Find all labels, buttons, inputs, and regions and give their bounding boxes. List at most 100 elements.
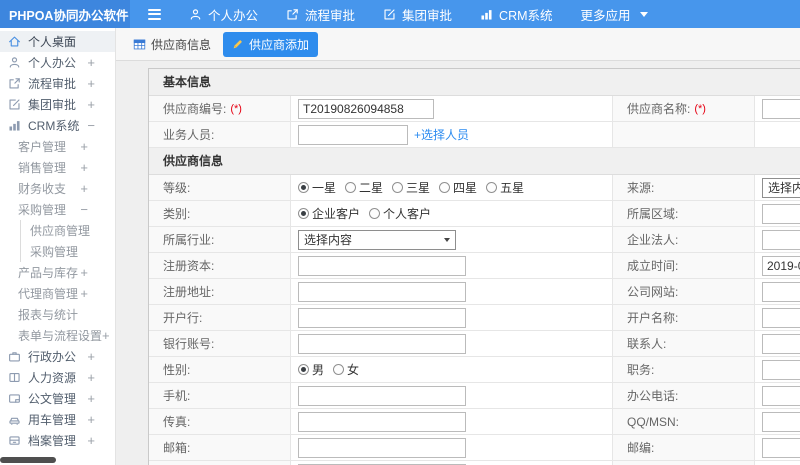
- radio-icon[interactable]: [392, 182, 404, 193]
- mobile-input[interactable]: [298, 385, 466, 406]
- registered-capital-input[interactable]: [298, 255, 466, 276]
- radio-icon[interactable]: [298, 182, 309, 193]
- sidebar-item-18[interactable]: 用车管理 +: [0, 409, 115, 430]
- source-select[interactable]: 选择内容: [762, 177, 800, 198]
- category-radio-option-0[interactable]: 企业客户: [298, 205, 360, 222]
- sidebar-item-9[interactable]: 供应商管理: [20, 220, 115, 241]
- registered-address-input[interactable]: [298, 281, 466, 302]
- bank-input[interactable]: [298, 307, 466, 328]
- sidebar-item-12[interactable]: 代理商管理 +: [0, 283, 115, 304]
- expand-toggle-icon[interactable]: +: [87, 413, 95, 426]
- sidebar-item-5[interactable]: 客户管理 +: [0, 136, 115, 157]
- sidebar-item-0[interactable]: 个人桌面: [0, 31, 115, 52]
- sidebar-item-3[interactable]: 集团审批 +: [0, 94, 115, 115]
- level-radio-option-1[interactable]: 二星: [345, 179, 383, 196]
- radio-icon[interactable]: [298, 364, 309, 375]
- contact-person-input[interactable]: [762, 333, 800, 354]
- choose-person-link[interactable]: +选择人员: [414, 126, 469, 143]
- form-row: 银行账号: 联系人:: [149, 331, 800, 357]
- supplier-code-input[interactable]: [298, 98, 434, 119]
- sidebar-item-4[interactable]: CRM系统 −: [0, 115, 115, 136]
- radio-icon[interactable]: [298, 208, 309, 219]
- car-icon: [8, 413, 21, 426]
- sidebar-item-10[interactable]: 采购管理: [20, 241, 115, 262]
- sidebar-item-15[interactable]: 行政办公 +: [0, 346, 115, 367]
- account-name-input[interactable]: [762, 307, 800, 328]
- expand-toggle-icon[interactable]: +: [80, 140, 88, 153]
- user-icon: [189, 8, 202, 21]
- label-cell: 来源:: [613, 175, 755, 200]
- sidebar-item-16[interactable]: 人力资源 +: [0, 367, 115, 388]
- expand-toggle-icon[interactable]: −: [87, 119, 95, 132]
- expand-toggle-icon[interactable]: +: [87, 371, 95, 384]
- sidebar-item-17[interactable]: 公文管理 +: [0, 388, 115, 409]
- tab-supplier-info[interactable]: 供应商信息: [133, 36, 211, 53]
- sidebar-item-11[interactable]: 产品与库存 +: [0, 262, 115, 283]
- expand-toggle-icon[interactable]: +: [87, 77, 95, 90]
- field-label: 来源:: [627, 181, 655, 195]
- sidebar-item-8[interactable]: 采购管理 −: [0, 199, 115, 220]
- nav-crm-system[interactable]: CRM系统: [480, 5, 553, 24]
- expand-toggle-icon[interactable]: +: [80, 266, 88, 279]
- sidebar-item-13[interactable]: 报表与统计: [0, 304, 115, 325]
- field-label: 传真:: [163, 415, 191, 429]
- region-input[interactable]: [762, 203, 800, 224]
- sidebar-item-6[interactable]: 销售管理 +: [0, 157, 115, 178]
- nav-more-apps[interactable]: 更多应用: [581, 5, 648, 24]
- expand-toggle-icon[interactable]: +: [87, 350, 95, 363]
- category-radio-option-1[interactable]: 个人客户: [369, 205, 431, 222]
- hamburger-icon[interactable]: [144, 5, 165, 24]
- bank-account-input[interactable]: [298, 333, 466, 354]
- email-input[interactable]: [298, 437, 466, 458]
- expand-toggle-icon[interactable]: +: [80, 182, 88, 195]
- zip-code-input[interactable]: [762, 437, 800, 458]
- expand-toggle-icon[interactable]: +: [87, 392, 95, 405]
- expand-toggle-icon[interactable]: +: [102, 329, 110, 342]
- radio-icon[interactable]: [369, 208, 381, 219]
- field-label: 注册地址:: [163, 285, 215, 299]
- position-input[interactable]: [762, 359, 800, 380]
- hr-icon: [8, 371, 21, 384]
- business-staff-input[interactable]: [298, 124, 408, 145]
- gender-radio-option-0[interactable]: 男: [298, 361, 324, 378]
- fax-input[interactable]: [298, 411, 466, 432]
- sidebar-item-1[interactable]: 个人办公 +: [0, 52, 115, 73]
- nav-group-approval[interactable]: 集团审批: [383, 5, 452, 24]
- nav-process-approval[interactable]: 流程审批: [286, 5, 355, 24]
- field-cell: [291, 383, 613, 408]
- radio-icon[interactable]: [345, 182, 357, 193]
- qq-msn-input[interactable]: [762, 411, 800, 432]
- form-row: 手机: 办公电话:: [149, 383, 800, 409]
- sidebar-item-2[interactable]: 流程审批 +: [0, 73, 115, 94]
- field-cell: [755, 461, 800, 465]
- expand-toggle-icon[interactable]: +: [87, 98, 95, 111]
- sidebar-item-19[interactable]: 档案管理 +: [0, 430, 115, 451]
- sidebar-item-14[interactable]: 表单与流程设置 +: [0, 325, 115, 346]
- label-cell: 类别:: [149, 201, 291, 226]
- sidebar-item-7[interactable]: 财务收支 +: [0, 178, 115, 199]
- gender-radio-option-1[interactable]: 女: [333, 361, 359, 378]
- tab-supplier-add[interactable]: 供应商添加: [223, 31, 319, 57]
- level-radio-option-4[interactable]: 五星: [486, 179, 524, 196]
- field-cell: 一星 二星 三星 四星 五星: [291, 175, 613, 200]
- expand-toggle-icon[interactable]: +: [87, 434, 95, 447]
- expand-toggle-icon[interactable]: +: [80, 287, 88, 300]
- level-radio-option-3[interactable]: 四星: [439, 179, 477, 196]
- level-radio-option-0[interactable]: 一星: [298, 179, 336, 196]
- horizontal-scrollbar-thumb[interactable]: [0, 457, 56, 463]
- expand-toggle-icon[interactable]: +: [87, 56, 95, 69]
- office-phone-input[interactable]: [762, 385, 800, 406]
- supplier-name-input[interactable]: [762, 98, 800, 119]
- nav-personal-office[interactable]: 个人办公: [189, 5, 258, 24]
- expand-toggle-icon[interactable]: +: [80, 161, 88, 174]
- legal-person-input[interactable]: [762, 229, 800, 250]
- radio-icon[interactable]: [333, 364, 345, 375]
- level-radio-option-2[interactable]: 三星: [392, 179, 430, 196]
- radio-icon[interactable]: [439, 182, 451, 193]
- website-input[interactable]: [762, 281, 800, 302]
- field-label: QQ/MSN:: [627, 414, 680, 429]
- radio-icon[interactable]: [486, 182, 498, 193]
- founded-date-input[interactable]: [762, 255, 800, 276]
- expand-toggle-icon[interactable]: −: [80, 203, 88, 216]
- industry-select[interactable]: 选择内容: [298, 229, 456, 250]
